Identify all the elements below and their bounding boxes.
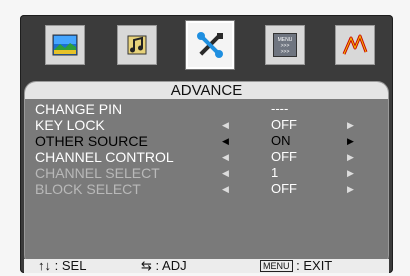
adj-label: : ADJ bbox=[155, 258, 187, 273]
right-arrow-icon: ▶ bbox=[347, 168, 354, 178]
osd-menu: MENU >>> >>> ADVANCE CHANGE PIN ---- KEY L… bbox=[20, 15, 393, 273]
row-value: OFF bbox=[271, 149, 297, 164]
row-value: OFF bbox=[271, 181, 297, 196]
picture-icon bbox=[52, 34, 78, 56]
row-value: 1 bbox=[271, 165, 279, 180]
row-label: OTHER SOURCE bbox=[35, 133, 148, 149]
advance-panel: ADVANCE CHANGE PIN ---- KEY LOCK ◀ OFF ▶… bbox=[24, 81, 389, 267]
left-arrow-icon: ◀ bbox=[222, 168, 229, 178]
row-value: ---- bbox=[271, 101, 289, 116]
left-arrow-icon[interactable]: ◀ bbox=[222, 149, 229, 165]
row-label: BLOCK SELECT bbox=[35, 181, 141, 197]
menu-row-change-pin[interactable]: CHANGE PIN ---- bbox=[35, 101, 380, 117]
right-arrow-icon[interactable]: ▶ bbox=[347, 133, 354, 149]
up-down-arrow-icon: ↑↓ bbox=[38, 258, 51, 273]
key-hint-bar: ↑↓ : SEL ⇆ : ADJ MENU : EXIT bbox=[24, 259, 389, 273]
menu-icon: MENU >>> >>> bbox=[273, 33, 297, 57]
right-arrow-icon[interactable]: ▶ bbox=[347, 149, 354, 165]
sound-icon bbox=[127, 35, 147, 55]
row-label: CHANGE PIN bbox=[35, 101, 123, 117]
tab-picture[interactable] bbox=[45, 25, 85, 65]
menu-row-other-source[interactable]: OTHER SOURCE ◀ ON ▶ bbox=[35, 133, 380, 149]
antenna-icon bbox=[342, 34, 368, 55]
menu-row-channel-control[interactable]: CHANNEL CONTROL ◀ OFF ▶ bbox=[35, 149, 380, 165]
exit-hint: MENU : EXIT bbox=[260, 259, 332, 273]
row-label: CHANNEL CONTROL bbox=[35, 149, 174, 165]
adj-hint: ⇆ : ADJ bbox=[141, 259, 187, 273]
left-arrow-icon[interactable]: ◀ bbox=[222, 117, 229, 133]
menu-icon-text: MENU bbox=[277, 37, 293, 43]
left-arrow-icon: ◀ bbox=[222, 184, 229, 194]
row-value: ON bbox=[271, 133, 291, 148]
sel-hint: ↑↓ : SEL bbox=[38, 259, 86, 273]
tools-icon bbox=[197, 32, 223, 58]
exit-label: : EXIT bbox=[296, 258, 333, 273]
left-right-arrow-icon: ⇆ bbox=[141, 258, 152, 273]
row-label: CHANNEL SELECT bbox=[35, 165, 160, 181]
sel-label: : SEL bbox=[54, 258, 87, 273]
tab-bar: MENU >>> >>> bbox=[20, 15, 393, 81]
menu-key-icon: MENU bbox=[260, 260, 293, 272]
tab-sound[interactable] bbox=[117, 25, 157, 65]
left-arrow-icon[interactable]: ◀ bbox=[222, 133, 229, 149]
menu-row-key-lock[interactable]: KEY LOCK ◀ OFF ▶ bbox=[35, 117, 380, 133]
panel-title: ADVANCE bbox=[25, 82, 388, 99]
right-arrow-icon: ▶ bbox=[347, 184, 354, 194]
tab-advance[interactable] bbox=[186, 21, 234, 69]
right-arrow-icon[interactable]: ▶ bbox=[347, 117, 354, 133]
tab-menu[interactable]: MENU >>> >>> bbox=[265, 25, 305, 65]
row-label: KEY LOCK bbox=[35, 117, 105, 133]
menu-row-channel-select: CHANNEL SELECT ◀ 1 ▶ bbox=[35, 165, 380, 181]
menu-row-block-select: BLOCK SELECT ◀ OFF ▶ bbox=[35, 181, 380, 197]
tab-setup[interactable] bbox=[335, 25, 375, 65]
row-value: OFF bbox=[271, 117, 297, 132]
